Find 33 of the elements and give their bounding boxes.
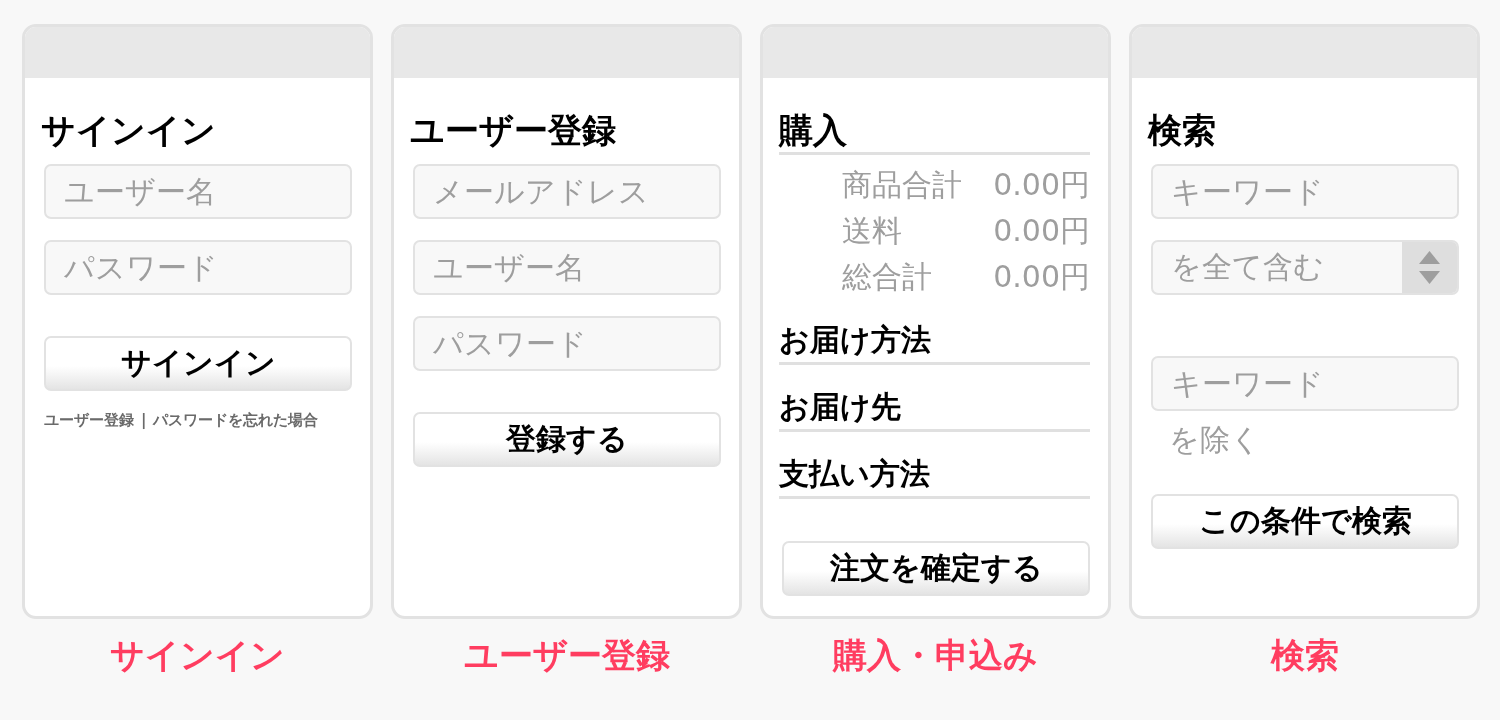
screen-title: サインイン	[41, 110, 217, 150]
summary-label: 商品合計	[842, 166, 962, 204]
section-heading[interactable]: お届け方法	[779, 320, 1090, 365]
text-field[interactable]: キーワード	[1151, 164, 1459, 219]
text-field[interactable]: ユーザー名	[413, 240, 721, 295]
submit-button[interactable]: この条件で検索	[1151, 494, 1459, 549]
text-field[interactable]: メールアドレス	[413, 164, 721, 219]
text-field[interactable]: キーワード	[1151, 356, 1459, 411]
summary-label: 総合計	[842, 258, 933, 296]
screen-caption: サインイン	[109, 635, 286, 675]
screen-caption: 購入・申込み	[831, 635, 1039, 675]
submit-button[interactable]: 注文を確定する	[782, 541, 1090, 596]
up-down-arrows-icon	[1402, 242, 1457, 293]
summary-value: 0.00円	[992, 258, 1090, 296]
screen-title: 購入	[779, 110, 1090, 155]
screen-caption: ユーザー登録	[462, 635, 671, 675]
section-heading[interactable]: 支払い方法	[779, 454, 1090, 499]
text-link[interactable]: パスワードを忘れた場合	[153, 410, 319, 430]
text-link[interactable]: ユーザー登録	[44, 410, 134, 430]
note-text: を除く	[1168, 422, 1262, 458]
submit-button[interactable]: サインイン	[44, 336, 352, 391]
screen-caption: 検索	[1269, 635, 1340, 675]
text-field[interactable]: ユーザー名	[44, 164, 352, 219]
text-field[interactable]: パスワード	[44, 240, 352, 295]
screen-title: 検索	[1148, 110, 1217, 150]
submit-button[interactable]: 登録する	[413, 412, 721, 467]
summary-label: 送料	[842, 212, 903, 250]
summary-value: 0.00円	[992, 212, 1090, 250]
text-field[interactable]: パスワード	[413, 316, 721, 371]
section-heading[interactable]: お届け先	[779, 387, 1090, 432]
screen-title: ユーザー登録	[410, 110, 617, 150]
link-separator: |	[141, 410, 147, 430]
summary-value: 0.00円	[992, 166, 1090, 204]
